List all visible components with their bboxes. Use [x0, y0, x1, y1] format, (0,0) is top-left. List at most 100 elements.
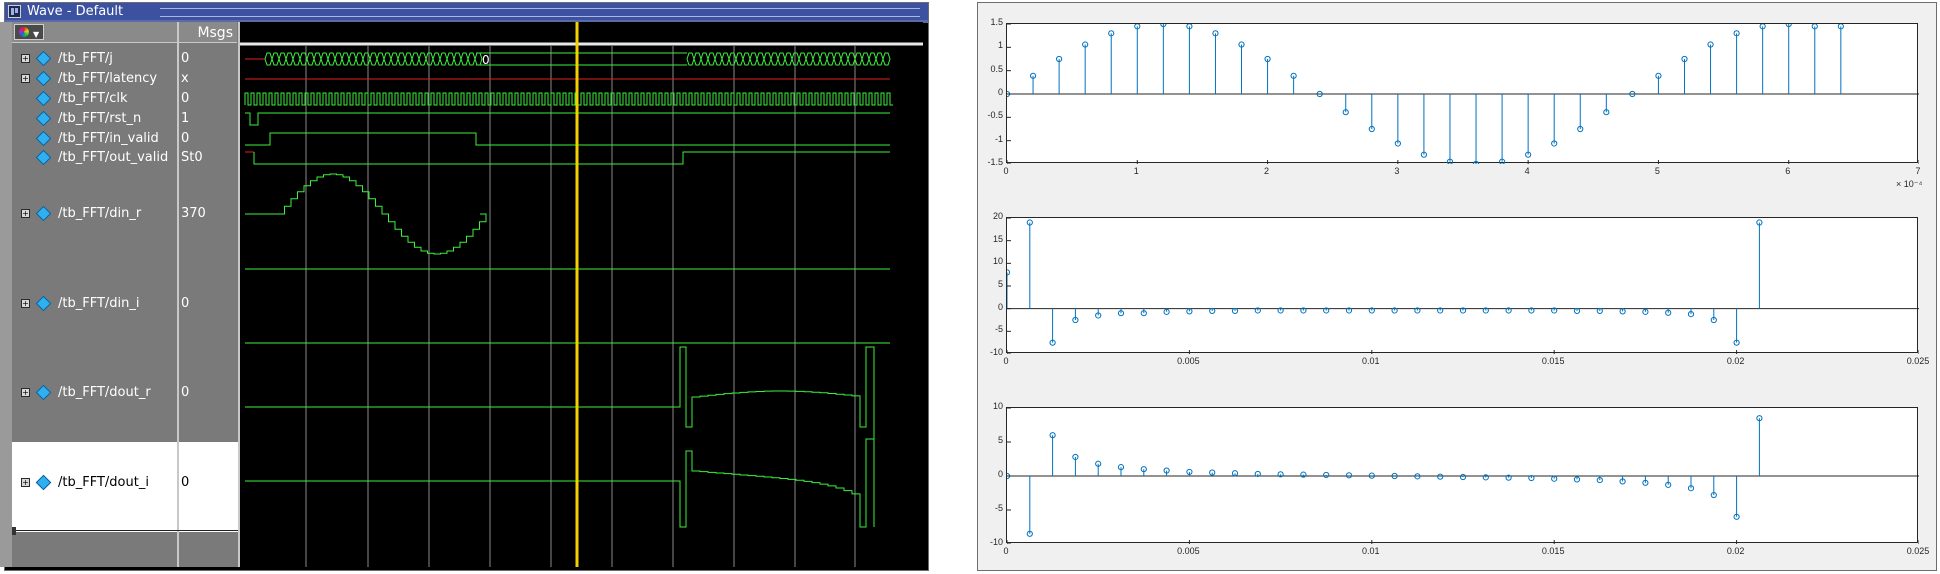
dout-r-wave: [245, 346, 875, 457]
signal-row[interactable]: + /tb_FFT/dout_i 0: [12, 474, 238, 492]
horizontal-scrollbar[interactable]: [12, 527, 238, 535]
x-tick-label: 0: [1003, 166, 1009, 176]
y-tick-label: 1: [997, 40, 1003, 51]
x-exponent-label: × 10⁻⁴: [1896, 179, 1923, 189]
signal-diamond-icon: [35, 50, 52, 67]
x-tick-label: 0.025: [1906, 546, 1930, 556]
waveform-canvas[interactable]: 0: [240, 22, 923, 567]
x-tick-label: 3: [1394, 166, 1400, 176]
stem-plot-time: [1003, 20, 1920, 168]
din-r-wave: [245, 173, 487, 255]
signal-row[interactable]: + /tb_FFT/dout_r 0: [12, 384, 238, 402]
x-tick-label: 6: [1785, 166, 1791, 176]
y-tick-label: -1.5: [987, 157, 1003, 167]
x-tick-label: 0.01: [1362, 546, 1380, 556]
y-tick-label: -5: [994, 324, 1003, 335]
msgs-column-header[interactable]: Msgs: [179, 22, 237, 43]
y-tick-label: -10: [989, 537, 1003, 547]
signal-name: /tb_FFT/out_valid: [58, 150, 169, 165]
signal-row[interactable]: /tb_FFT/clk 0: [12, 90, 238, 108]
signal-diamond-icon: [35, 205, 52, 222]
x-tick-label: 0.01: [1362, 356, 1380, 366]
signal-value: 0: [181, 91, 190, 106]
dout-i-wave: [245, 438, 875, 528]
axes-time-signal[interactable]: [1003, 20, 1920, 168]
y-tick-label: 1.5: [990, 17, 1003, 27]
rst-n-wave: [245, 112, 890, 126]
axes-fft-real[interactable]: [1003, 217, 1920, 355]
y-tick-label: 5: [997, 279, 1003, 289]
expand-icon[interactable]: +: [21, 478, 30, 487]
x-tick-label: 0: [1003, 546, 1009, 556]
x-tick-label: 4: [1524, 166, 1530, 176]
y-tick-label: -10: [989, 347, 1003, 357]
signal-value: 0: [181, 296, 190, 311]
signal-name: /tb_FFT/din_r: [58, 206, 142, 221]
x-tick-label: 0.015: [1541, 546, 1565, 556]
signal-name: /tb_FFT/j: [58, 51, 113, 66]
signal-row[interactable]: + /tb_FFT/din_r 370: [12, 205, 238, 223]
x-tick-label: 0.005: [1177, 356, 1200, 366]
expand-icon[interactable]: +: [21, 54, 30, 63]
signal-row[interactable]: + /tb_FFT/din_i 0: [12, 295, 238, 313]
signal-row[interactable]: /tb_FFT/rst_n 1: [12, 110, 238, 128]
signal-name: /tb_FFT/din_i: [58, 296, 140, 311]
y-tick-label: 15: [992, 233, 1003, 244]
y-tick-label: -1: [994, 133, 1003, 144]
signal-row[interactable]: + /tb_FFT/latency x: [12, 70, 238, 88]
y-tick-label: 20: [992, 211, 1003, 221]
title-drag-grip[interactable]: [160, 8, 920, 17]
signal-name: /tb_FFT/rst_n: [58, 111, 142, 126]
msgs-header-label: Msgs: [197, 25, 233, 41]
signal-name: /tb_FFT/latency: [58, 71, 158, 86]
stem-plot-real: [1003, 217, 1920, 355]
title-bar[interactable]: Wave - Default: [5, 3, 928, 20]
y-tick-label: 10: [992, 401, 1003, 411]
signal-value: 0: [181, 131, 190, 146]
signal-row[interactable]: /tb_FFT/out_valid St0: [12, 149, 238, 167]
in-valid-wave: [245, 132, 890, 146]
signal-name: /tb_FFT/dout_i: [58, 475, 149, 490]
x-tick-label: 1: [1133, 166, 1139, 176]
scroll-handle[interactable]: [12, 527, 16, 535]
j-bus-pattern-2: [686, 52, 891, 66]
signal-name: /tb_FFT/dout_r: [58, 385, 151, 400]
y-tick-label: -5: [994, 503, 1003, 513]
figure-window: 0 1 2 3 4 5 6 7 1.5 1 0.5 0 -0.5 -1 -1.5 0 0.005 0.01 0.01…: [977, 2, 1937, 571]
axes-fft-imag[interactable]: [1003, 407, 1920, 545]
window-menu-icon[interactable]: [8, 5, 21, 18]
x-tick-label: 5: [1654, 166, 1660, 176]
x-tick-label: 0.015: [1541, 356, 1565, 366]
expand-icon[interactable]: +: [21, 388, 30, 397]
signal-diamond-icon: [35, 130, 52, 147]
signal-value: 0: [181, 51, 190, 66]
expand-icon[interactable]: +: [21, 209, 30, 218]
x-tick-label: 0.005: [1177, 546, 1200, 556]
expand-icon[interactable]: +: [21, 299, 30, 308]
y-tick-label: 10: [992, 256, 1003, 267]
dropdown-arrow-icon: ▼: [33, 30, 40, 39]
waveform-area[interactable]: 0: [240, 22, 923, 567]
x-tick-label: 0: [1003, 356, 1009, 366]
y-tick-label: 0: [997, 301, 1003, 312]
x-tick-label: 7: [1915, 166, 1921, 176]
x-tick-label: 0.025: [1906, 356, 1930, 366]
window-title: Wave - Default: [27, 4, 124, 19]
signal-row[interactable]: /tb_FFT/in_valid 0: [12, 130, 238, 148]
signal-value: 0: [181, 475, 190, 490]
y-tick-label: -0.5: [987, 110, 1003, 121]
color-palette-button[interactable]: ▼: [14, 24, 44, 40]
clk-wave: [244, 92, 893, 106]
y-tick-label: 0: [997, 469, 1003, 479]
x-tick-label: 0.02: [1726, 356, 1745, 366]
j-bus-pattern: [264, 52, 483, 66]
y-tick-label: 5: [997, 435, 1003, 445]
signal-value: 0: [181, 385, 190, 400]
signal-row[interactable]: + /tb_FFT/j 0: [12, 50, 238, 68]
wave-left-border: [0, 22, 12, 567]
signal-diamond-icon: [35, 474, 52, 491]
signal-name: /tb_FFT/in_valid: [58, 131, 159, 146]
signal-diamond-icon: [35, 149, 52, 166]
signal-diamond-icon: [35, 384, 52, 401]
expand-icon[interactable]: +: [21, 74, 30, 83]
